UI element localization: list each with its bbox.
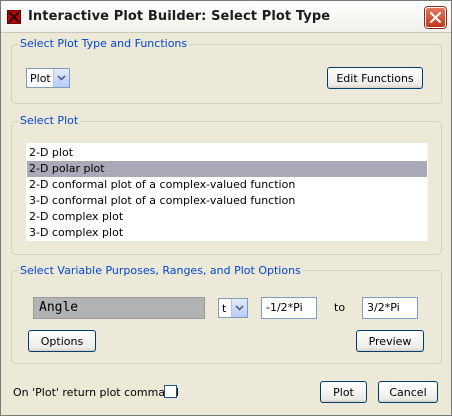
variable-value: t	[222, 301, 227, 315]
edit-functions-button[interactable]: Edit Functions	[327, 67, 423, 89]
select-plot-group-title: Select Plot	[18, 114, 81, 127]
list-item[interactable]: 3-D complex plot	[27, 225, 427, 241]
variable-select[interactable]: t	[218, 298, 248, 318]
list-item[interactable]: 2-D plot	[27, 145, 427, 161]
plot-command-select[interactable]: Plot	[26, 68, 70, 88]
title-bar[interactable]: Interactive Plot Builder: Select Plot Ty…	[1, 1, 451, 33]
list-item[interactable]: 2-D complex plot	[27, 209, 427, 225]
maple-app-icon	[7, 10, 21, 24]
range-to-input[interactable]: 3/2*Pi	[362, 297, 418, 319]
window-title: Interactive Plot Builder: Select Plot Ty…	[28, 9, 331, 24]
plot-list[interactable]: 2-D plot 2-D polar plot 2-D conformal pl…	[26, 143, 428, 241]
plot-type-group-title: Select Plot Type and Functions	[18, 37, 190, 50]
variable-purpose-field[interactable]: Angle	[33, 297, 205, 319]
list-item[interactable]: 3-D conformal plot of a complex-valued f…	[27, 193, 427, 209]
return-command-label: On 'Plot' return plot command	[13, 386, 180, 399]
close-icon	[430, 12, 441, 23]
cancel-button[interactable]: Cancel	[378, 381, 438, 403]
chevron-down-icon	[231, 299, 247, 317]
plot-button[interactable]: Plot	[320, 381, 367, 403]
plot-builder-window: Interactive Plot Builder: Select Plot Ty…	[0, 0, 452, 416]
preview-button[interactable]: Preview	[356, 330, 424, 352]
list-item-selected[interactable]: 2-D polar plot	[27, 161, 427, 177]
variable-group-title: Select Variable Purposes, Ranges, and Pl…	[18, 264, 303, 277]
chevron-down-icon	[53, 69, 69, 87]
options-button[interactable]: Options	[28, 330, 96, 352]
list-item[interactable]: 2-D conformal plot of a complex-valued f…	[27, 177, 427, 193]
close-button[interactable]	[425, 7, 446, 28]
plot-command-value: Plot	[30, 71, 51, 85]
range-to-label: to	[334, 301, 346, 314]
range-from-input[interactable]: -1/2*Pi	[261, 297, 317, 319]
return-command-checkbox[interactable]	[164, 385, 177, 398]
